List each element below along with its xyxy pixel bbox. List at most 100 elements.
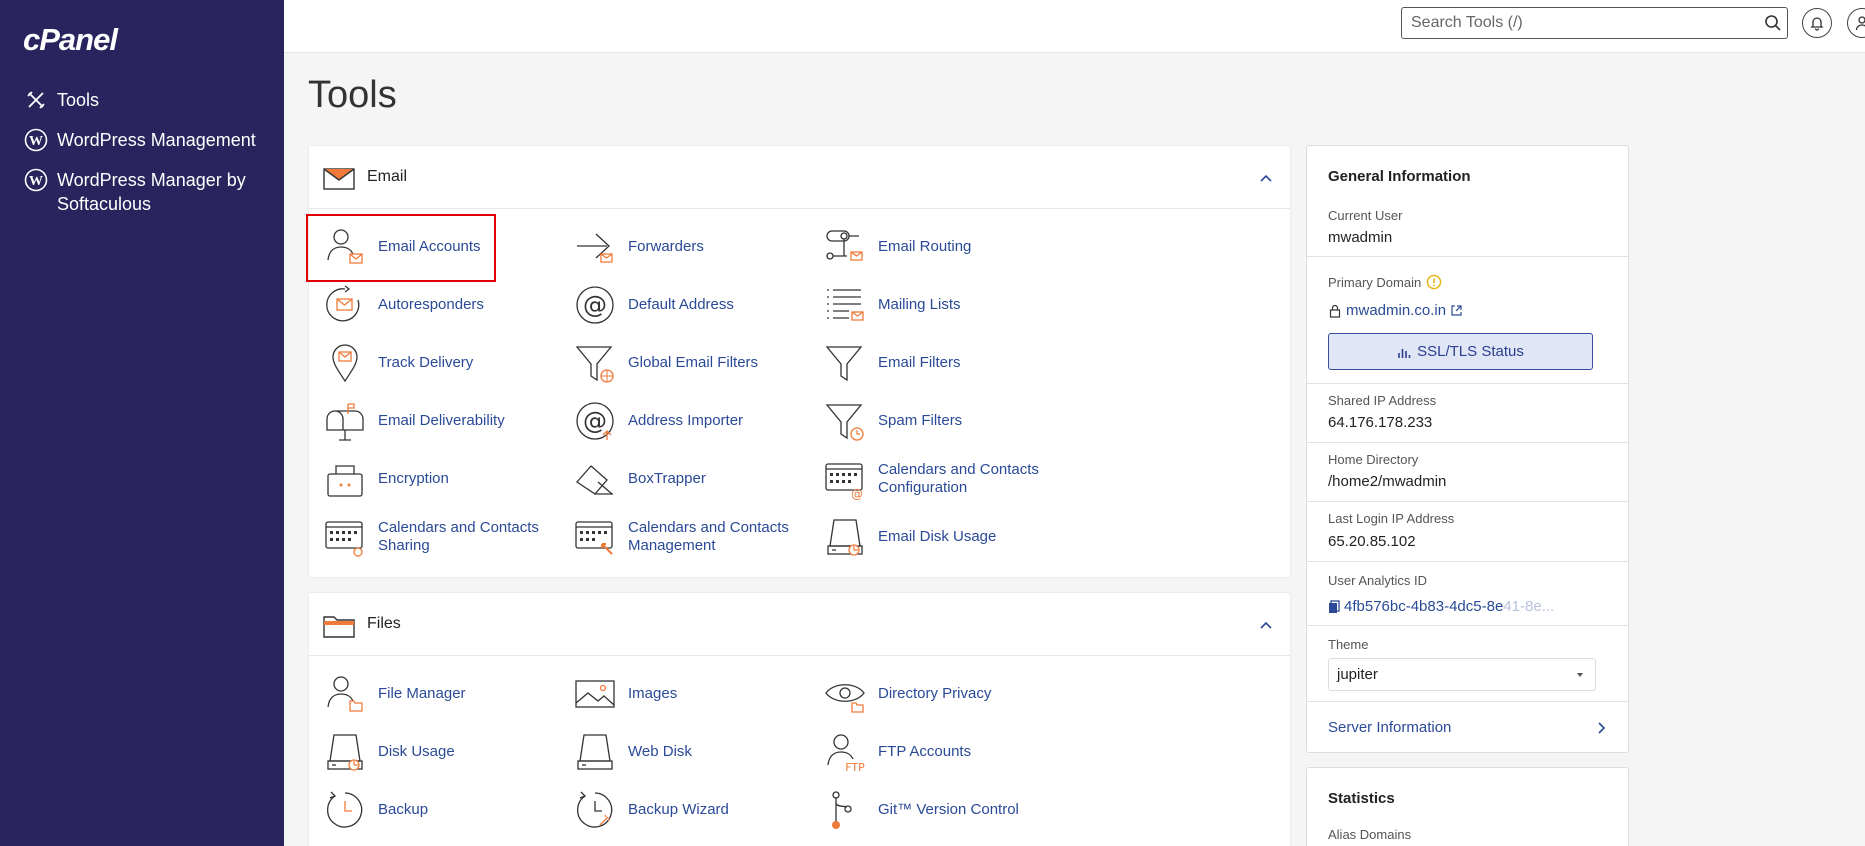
external-link-icon[interactable] [1450, 304, 1463, 317]
calendar-management-icon [575, 521, 613, 555]
alias-domains-label: Alias Domains [1328, 827, 1412, 842]
tool-git-version-control[interactable]: Git™ Version Control [824, 786, 1064, 834]
current-user-value: mwadmin [1328, 229, 1393, 246]
sidebar-item-label: WordPress Manager by Softaculous [57, 170, 246, 214]
last-login-ip-value: 65.20.85.102 [1328, 533, 1416, 550]
ftp-accounts-icon: FTP [827, 734, 865, 773]
search-tools-input[interactable] [1401, 7, 1788, 39]
tool-label: FTP Accounts [878, 743, 972, 760]
tool-encryption[interactable]: Encryption [324, 455, 564, 503]
theme-select-value: jupiter [1337, 666, 1378, 683]
track-delivery-icon [332, 344, 358, 383]
divider [1307, 501, 1628, 502]
file-manager-icon [327, 676, 363, 712]
tool-label: Email Disk Usage [878, 528, 997, 545]
sidebar-item-wordpress-manager-softaculous[interactable]: W WordPress Manager by Softaculous [24, 168, 264, 216]
last-login-ip-label: Last Login IP Address [1328, 511, 1455, 526]
tool-spam-filters[interactable]: Spam Filters [824, 397, 1064, 445]
tool-label: Calendars and Contacts Sharing [378, 519, 539, 554]
chevron-up-icon[interactable] [1257, 169, 1275, 187]
primary-domain-link[interactable]: mwadmin.co.in [1346, 302, 1446, 319]
tool-mailing-lists[interactable]: Mailing Lists [824, 281, 1064, 329]
tool-label: Email Deliverability [378, 412, 505, 429]
divider [1307, 442, 1628, 443]
sidebar-item-tools[interactable]: Tools [24, 88, 99, 112]
sidebar-item-wordpress-management[interactable]: W WordPress Management [24, 128, 256, 152]
tool-label: Mailing Lists [878, 296, 961, 313]
tool-backup[interactable]: Backup [324, 786, 564, 834]
shared-ip-value: 64.176.178.233 [1328, 414, 1433, 431]
wordpress-icon: W [24, 128, 48, 152]
tool-track-delivery[interactable]: Track Delivery [324, 339, 564, 387]
tool-disk-usage[interactable]: Disk Usage [324, 728, 564, 776]
tool-web-disk[interactable]: Web Disk [574, 728, 814, 776]
primary-domain-label-row: Primary Domain [1328, 274, 1442, 290]
search-icon[interactable] [1763, 13, 1783, 33]
tool-label: Spam Filters [878, 412, 963, 429]
tool-label: Calendars and Contacts Management [628, 519, 789, 554]
copy-icon[interactable] [1328, 599, 1340, 614]
files-panel-header[interactable]: Files [309, 593, 1290, 656]
tool-email-deliverability[interactable]: Email Deliverability [324, 397, 564, 445]
sidebar-item-label: Tools [57, 90, 100, 110]
backup-icon [327, 791, 363, 828]
tool-label: Encryption [378, 470, 449, 487]
tool-default-address[interactable]: @ Default Address [574, 281, 814, 329]
tool-images[interactable]: Images [574, 670, 814, 718]
tool-ftp-accounts[interactable]: FTP FTP Accounts [824, 728, 1064, 776]
current-user-label: Current User [1328, 208, 1403, 223]
spam-filter-icon [825, 404, 864, 441]
tool-email-routing[interactable]: Email Routing [824, 223, 1064, 271]
svg-text:W: W [29, 174, 43, 189]
svg-text:@: @ [851, 487, 863, 500]
tool-forwarders[interactable]: Forwarders [574, 223, 814, 271]
divider [1307, 561, 1628, 562]
tool-global-email-filters[interactable]: Global Email Filters [574, 339, 814, 387]
encryption-icon [327, 465, 363, 497]
cpanel-logo[interactable]: cPanel [23, 22, 118, 58]
ssl-tls-status-label: SSL/TLS Status [1417, 343, 1524, 360]
email-panel-header[interactable]: Email [309, 146, 1290, 209]
chevron-right-icon [1598, 721, 1606, 734]
eye-icon [825, 684, 865, 713]
ssl-tls-status-button[interactable]: SSL/TLS Status [1328, 333, 1593, 370]
user-menu-button[interactable] [1847, 8, 1865, 38]
chevron-up-icon[interactable] [1257, 616, 1275, 634]
wordpress-icon: W [24, 168, 48, 192]
tool-backup-wizard[interactable]: Backup Wizard [574, 786, 814, 834]
svg-text:FTP: FTP [845, 761, 865, 773]
warning-icon[interactable] [1426, 274, 1442, 290]
home-directory-label: Home Directory [1328, 452, 1419, 467]
sidebar-item-label: WordPress Management [57, 130, 256, 150]
tool-label: Forwarders [628, 238, 704, 255]
server-information-label: Server Information [1328, 719, 1452, 736]
notifications-button[interactable] [1802, 8, 1832, 38]
email-accounts-highlight [306, 214, 496, 282]
svg-text:@: @ [583, 407, 607, 435]
theme-select[interactable]: jupiter [1328, 658, 1596, 691]
tool-file-manager[interactable]: File Manager [324, 670, 564, 718]
tool-label: BoxTrapper [628, 470, 706, 487]
tool-calendars-contacts-sharing[interactable]: Calendars and Contacts Sharing [324, 513, 564, 561]
tool-calendars-contacts-configuration[interactable]: @ Calendars and Contacts Configuration [824, 455, 1084, 503]
tool-email-disk-usage[interactable]: Email Disk Usage [824, 513, 1064, 561]
global-filter-icon [575, 346, 614, 383]
mailbox-icon [326, 403, 364, 441]
tool-label: Default Address [628, 296, 734, 313]
user-analytics-id-faded: 41-8e... [1503, 598, 1555, 615]
caret-down-icon [1577, 673, 1583, 677]
tool-email-filters[interactable]: Email Filters [824, 339, 1064, 387]
mailing-lists-icon [827, 289, 864, 321]
envelope-icon [323, 167, 355, 191]
svg-text:W: W [29, 134, 43, 149]
tool-address-importer[interactable]: @ Address Importer [574, 397, 814, 445]
address-importer-icon: @ [576, 402, 614, 440]
tool-boxtrapper[interactable]: BoxTrapper [574, 455, 814, 503]
tool-directory-privacy[interactable]: Directory Privacy [824, 670, 1064, 718]
statistics-panel: Statistics Alias Domains [1306, 767, 1629, 846]
server-information-link[interactable]: Server Information [1328, 719, 1607, 736]
tool-autoresponders[interactable]: Autoresponders [324, 281, 564, 329]
tool-calendars-contacts-management[interactable]: Calendars and Contacts Management [574, 513, 814, 561]
tool-label: Directory Privacy [878, 685, 992, 702]
primary-domain-row: mwadmin.co.in [1328, 302, 1463, 319]
